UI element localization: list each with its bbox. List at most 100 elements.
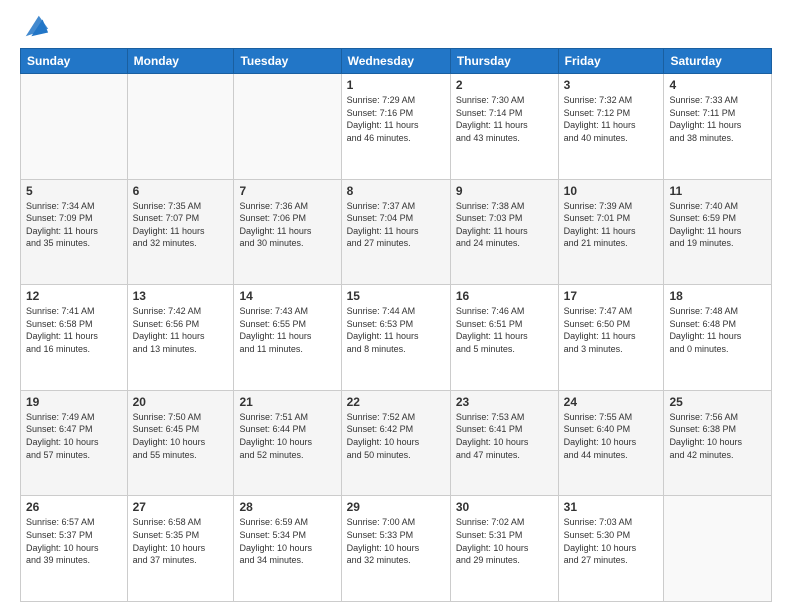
day-cell: 3 Sunrise: 7:32 AM Sunset: 7:12 PM Daylig… (558, 74, 664, 180)
day-info: Sunrise: 7:32 AM Sunset: 7:12 PM Dayligh… (564, 94, 659, 144)
day-cell: 7Sunrise: 7:36 AM Sunset: 7:06 PM Daylig… (234, 179, 341, 285)
week-row-2: 12Sunrise: 7:41 AM Sunset: 6:58 PM Dayli… (21, 285, 772, 391)
day-info: Sunrise: 7:39 AM Sunset: 7:01 PM Dayligh… (564, 200, 659, 250)
weekday-header-tuesday: Tuesday (234, 49, 341, 74)
day-number: 25 (669, 395, 766, 409)
day-cell: 25 Sunrise: 7:56 AM Sunset: 6:38 PM Dayli… (664, 390, 772, 496)
day-info: Sunrise: 6:59 AM Sunset: 5:34 PM Dayligh… (239, 516, 335, 566)
day-cell: 4 Sunrise: 7:33 AM Sunset: 7:11 PM Daylig… (664, 74, 772, 180)
day-info: Sunrise: 7:37 AM Sunset: 7:04 PM Dayligh… (347, 200, 445, 250)
week-row-0: 1 Sunrise: 7:29 AM Sunset: 7:16 PM Daylig… (21, 74, 772, 180)
day-number: 24 (564, 395, 659, 409)
day-info: Sunrise: 7:46 AM Sunset: 6:51 PM Dayligh… (456, 305, 553, 355)
weekday-header-sunday: Sunday (21, 49, 128, 74)
day-info: Sunrise: 7:44 AM Sunset: 6:53 PM Dayligh… (347, 305, 445, 355)
calendar: SundayMondayTuesdayWednesdayThursdayFrid… (20, 48, 772, 602)
day-number: 14 (239, 289, 335, 303)
weekday-header-friday: Friday (558, 49, 664, 74)
day-cell: 11 Sunrise: 7:40 AM Sunset: 6:59 PM Dayli… (664, 179, 772, 285)
day-cell (234, 74, 341, 180)
day-cell: 22 Sunrise: 7:52 AM Sunset: 6:42 PM Dayli… (341, 390, 450, 496)
weekday-header-wednesday: Wednesday (341, 49, 450, 74)
week-row-4: 26 Sunrise: 6:57 AM Sunset: 5:37 PM Dayli… (21, 496, 772, 602)
day-cell: 15 Sunrise: 7:44 AM Sunset: 6:53 PM Dayli… (341, 285, 450, 391)
day-cell: 19 Sunrise: 7:49 AM Sunset: 6:47 PM Dayli… (21, 390, 128, 496)
day-cell: 12Sunrise: 7:41 AM Sunset: 6:58 PM Dayli… (21, 285, 128, 391)
day-info: Sunrise: 7:56 AM Sunset: 6:38 PM Dayligh… (669, 411, 766, 461)
day-info: Sunrise: 7:52 AM Sunset: 6:42 PM Dayligh… (347, 411, 445, 461)
day-info: Sunrise: 7:42 AM Sunset: 6:56 PM Dayligh… (133, 305, 229, 355)
day-info: Sunrise: 7:49 AM Sunset: 6:47 PM Dayligh… (26, 411, 122, 461)
weekday-header-saturday: Saturday (664, 49, 772, 74)
day-info: Sunrise: 7:30 AM Sunset: 7:14 PM Dayligh… (456, 94, 553, 144)
day-cell: 27 Sunrise: 6:58 AM Sunset: 5:35 PM Dayli… (127, 496, 234, 602)
day-number: 2 (456, 78, 553, 92)
day-info: Sunrise: 7:40 AM Sunset: 6:59 PM Dayligh… (669, 200, 766, 250)
day-cell: 24 Sunrise: 7:55 AM Sunset: 6:40 PM Dayli… (558, 390, 664, 496)
day-info: Sunrise: 7:35 AM Sunset: 7:07 PM Dayligh… (133, 200, 229, 250)
day-cell (127, 74, 234, 180)
day-number: 27 (133, 500, 229, 514)
day-number: 3 (564, 78, 659, 92)
day-cell: 6 Sunrise: 7:35 AM Sunset: 7:07 PM Daylig… (127, 179, 234, 285)
day-info: Sunrise: 7:03 AM Sunset: 5:30 PM Dayligh… (564, 516, 659, 566)
day-cell: 16Sunrise: 7:46 AM Sunset: 6:51 PM Dayli… (450, 285, 558, 391)
day-number: 10 (564, 184, 659, 198)
day-number: 31 (564, 500, 659, 514)
logo-icon (22, 12, 50, 40)
day-cell: 1 Sunrise: 7:29 AM Sunset: 7:16 PM Daylig… (341, 74, 450, 180)
day-number: 8 (347, 184, 445, 198)
day-number: 5 (26, 184, 122, 198)
day-cell: 30 Sunrise: 7:02 AM Sunset: 5:31 PM Dayli… (450, 496, 558, 602)
day-info: Sunrise: 7:29 AM Sunset: 7:16 PM Dayligh… (347, 94, 445, 144)
day-number: 17 (564, 289, 659, 303)
day-number: 11 (669, 184, 766, 198)
day-number: 1 (347, 78, 445, 92)
page: SundayMondayTuesdayWednesdayThursdayFrid… (0, 0, 792, 612)
day-info: Sunrise: 7:02 AM Sunset: 5:31 PM Dayligh… (456, 516, 553, 566)
day-number: 20 (133, 395, 229, 409)
day-info: Sunrise: 7:00 AM Sunset: 5:33 PM Dayligh… (347, 516, 445, 566)
day-cell: 29 Sunrise: 7:00 AM Sunset: 5:33 PM Dayli… (341, 496, 450, 602)
day-number: 23 (456, 395, 553, 409)
day-cell: 20 Sunrise: 7:50 AM Sunset: 6:45 PM Dayli… (127, 390, 234, 496)
weekday-header-row: SundayMondayTuesdayWednesdayThursdayFrid… (21, 49, 772, 74)
day-cell: 5 Sunrise: 7:34 AM Sunset: 7:09 PM Daylig… (21, 179, 128, 285)
day-info: Sunrise: 6:58 AM Sunset: 5:35 PM Dayligh… (133, 516, 229, 566)
day-cell: 13 Sunrise: 7:42 AM Sunset: 6:56 PM Dayli… (127, 285, 234, 391)
logo (20, 16, 50, 40)
day-info: Sunrise: 7:50 AM Sunset: 6:45 PM Dayligh… (133, 411, 229, 461)
day-info: Sunrise: 7:55 AM Sunset: 6:40 PM Dayligh… (564, 411, 659, 461)
day-info: Sunrise: 7:51 AM Sunset: 6:44 PM Dayligh… (239, 411, 335, 461)
week-row-1: 5 Sunrise: 7:34 AM Sunset: 7:09 PM Daylig… (21, 179, 772, 285)
day-cell: 14Sunrise: 7:43 AM Sunset: 6:55 PM Dayli… (234, 285, 341, 391)
day-info: Sunrise: 7:36 AM Sunset: 7:06 PM Dayligh… (239, 200, 335, 250)
day-cell: 9Sunrise: 7:38 AM Sunset: 7:03 PM Daylig… (450, 179, 558, 285)
day-number: 13 (133, 289, 229, 303)
day-cell: 21 Sunrise: 7:51 AM Sunset: 6:44 PM Dayli… (234, 390, 341, 496)
day-number: 6 (133, 184, 229, 198)
day-number: 29 (347, 500, 445, 514)
day-number: 19 (26, 395, 122, 409)
day-number: 9 (456, 184, 553, 198)
day-cell: 2 Sunrise: 7:30 AM Sunset: 7:14 PM Daylig… (450, 74, 558, 180)
day-info: Sunrise: 6:57 AM Sunset: 5:37 PM Dayligh… (26, 516, 122, 566)
day-cell: 17 Sunrise: 7:47 AM Sunset: 6:50 PM Dayli… (558, 285, 664, 391)
day-number: 12 (26, 289, 122, 303)
day-number: 15 (347, 289, 445, 303)
weekday-header-monday: Monday (127, 49, 234, 74)
day-number: 28 (239, 500, 335, 514)
day-info: Sunrise: 7:53 AM Sunset: 6:41 PM Dayligh… (456, 411, 553, 461)
day-info: Sunrise: 7:48 AM Sunset: 6:48 PM Dayligh… (669, 305, 766, 355)
day-info: Sunrise: 7:34 AM Sunset: 7:09 PM Dayligh… (26, 200, 122, 250)
day-number: 4 (669, 78, 766, 92)
day-number: 30 (456, 500, 553, 514)
day-cell: 31 Sunrise: 7:03 AM Sunset: 5:30 PM Dayli… (558, 496, 664, 602)
day-info: Sunrise: 7:33 AM Sunset: 7:11 PM Dayligh… (669, 94, 766, 144)
day-info: Sunrise: 7:47 AM Sunset: 6:50 PM Dayligh… (564, 305, 659, 355)
day-cell: 18Sunrise: 7:48 AM Sunset: 6:48 PM Dayli… (664, 285, 772, 391)
day-number: 21 (239, 395, 335, 409)
day-number: 22 (347, 395, 445, 409)
weekday-header-thursday: Thursday (450, 49, 558, 74)
day-number: 26 (26, 500, 122, 514)
